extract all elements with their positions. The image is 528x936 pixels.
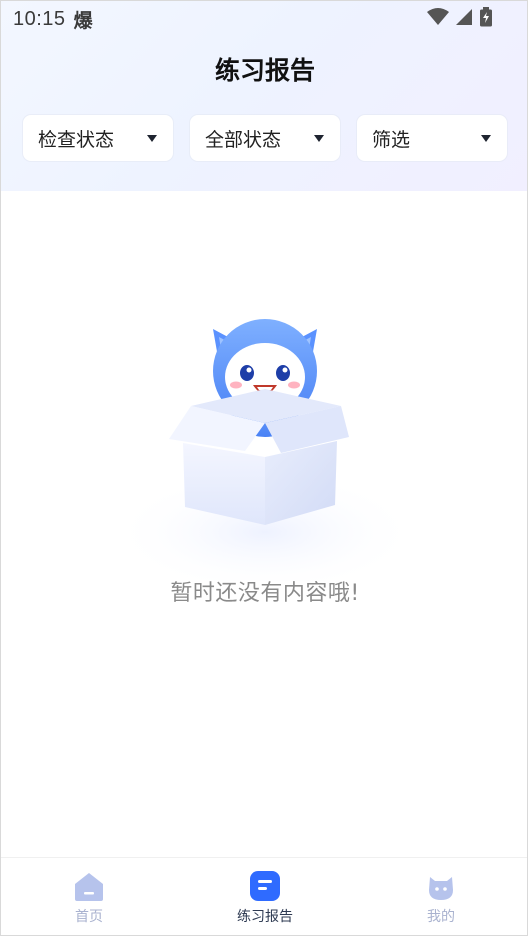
wifi-icon [427,8,449,25]
nav-label-home: 首页 [75,909,103,925]
cat-mascot-box-illustration [110,319,420,581]
all-status-filter[interactable]: 全部状态 [190,115,340,161]
filter-label: 筛选 [372,128,411,151]
signal-icon [456,9,472,25]
caret-down-icon [314,134,324,142]
page-title: 练习报告 [214,56,315,85]
report-icon [250,871,280,901]
nav-label-report: 练习报告 [237,909,293,925]
caret-down-icon [147,134,157,142]
filter-label: 检查状态 [38,128,115,151]
app-screen: 10:15 爆 练习报告 检查状态 全部状态 筛选 暂时还没有内容哦! 首页 练… [0,0,528,936]
status-time: 10:15 [13,7,66,30]
home-icon [75,873,103,901]
status-bar: 10:15 爆 [1,1,527,37]
screen-filter[interactable]: 筛选 [357,115,507,161]
status-icons [427,7,493,27]
empty-message: 暂时还没有内容哦! [170,581,360,606]
nav-item-profile[interactable]: 我的 [353,858,527,935]
profile-cat-icon [429,877,453,900]
filter-bar: 检查状态 全部状态 筛选 [23,115,507,161]
filter-label: 全部状态 [205,128,282,151]
caret-down-icon [481,134,491,142]
check-status-filter[interactable]: 检查状态 [23,115,173,161]
nav-item-report[interactable]: 练习报告 [177,858,353,935]
bottom-navigation: 首页 练习报告 我的 [1,857,527,935]
status-carrier: 爆 [73,9,93,32]
nav-label-profile: 我的 [427,909,455,925]
battery-icon [480,7,492,27]
nav-item-home[interactable]: 首页 [1,858,177,935]
empty-state: 暂时还没有内容哦! [1,301,527,621]
